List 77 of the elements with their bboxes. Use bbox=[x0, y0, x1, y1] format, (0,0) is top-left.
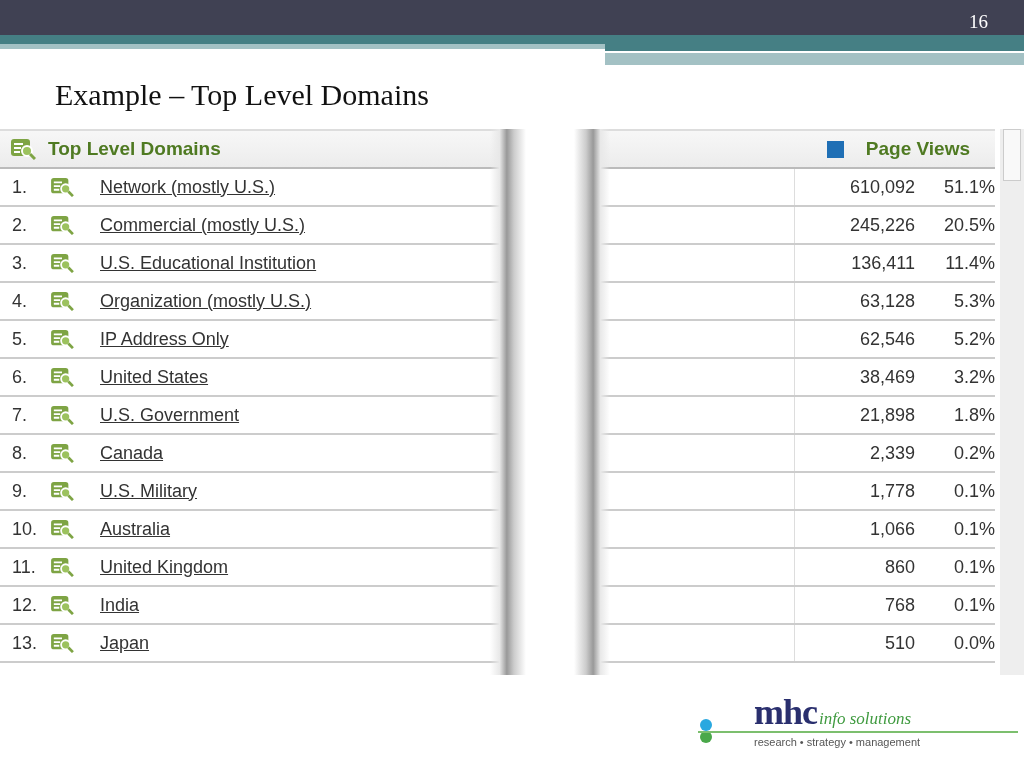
domain-link[interactable]: Network (mostly U.S.) bbox=[100, 176, 276, 198]
drilldown-icon[interactable] bbox=[50, 253, 74, 273]
page-views-count: 38,469 bbox=[858, 366, 915, 388]
domain-link[interactable]: U.S. Government bbox=[100, 404, 240, 426]
page-views-percent: 3.2% bbox=[952, 366, 995, 388]
page-views-percent: 20.5% bbox=[942, 214, 995, 236]
page-views-count: 63,128 bbox=[858, 290, 915, 312]
domain-link[interactable]: Canada bbox=[100, 442, 164, 464]
dots-icon bbox=[698, 718, 714, 744]
column-header: Page Views bbox=[865, 138, 970, 160]
rank-number: 5. bbox=[11, 328, 28, 350]
rank-number: 7. bbox=[11, 404, 28, 426]
drilldown-icon[interactable] bbox=[50, 367, 74, 387]
page-views-percent: 0.0% bbox=[952, 632, 995, 654]
page-views-count: 62,546 bbox=[858, 328, 915, 350]
domain-link[interactable]: India bbox=[100, 594, 140, 616]
drilldown-icon[interactable] bbox=[50, 329, 74, 349]
domain-link[interactable]: United Kingdom bbox=[100, 556, 229, 578]
page-views-percent: 51.1% bbox=[942, 176, 995, 198]
page-views-percent: 5.3% bbox=[952, 290, 995, 312]
domain-link[interactable]: IP Address Only bbox=[100, 328, 229, 350]
rank-number: 2. bbox=[11, 214, 28, 236]
domain-link[interactable]: United States bbox=[100, 366, 209, 388]
page-views-percent: 0.1% bbox=[952, 556, 995, 578]
slide-title: Example – Top Level Domains bbox=[55, 77, 430, 113]
page-views-count: 510 bbox=[883, 632, 915, 654]
domain-link[interactable]: Japan bbox=[100, 632, 150, 654]
domain-link[interactable]: Organization (mostly U.S.) bbox=[100, 290, 312, 312]
drilldown-icon[interactable] bbox=[50, 443, 74, 463]
page-views-count: 860 bbox=[883, 556, 915, 578]
drilldown-icon[interactable] bbox=[50, 291, 74, 311]
drilldown-icon[interactable] bbox=[50, 215, 74, 235]
legend-square-icon bbox=[826, 140, 844, 158]
rank-number: 13. bbox=[11, 632, 38, 654]
rank-number: 9. bbox=[11, 480, 28, 502]
rank-number: 8. bbox=[11, 442, 28, 464]
slide-number: 16 bbox=[969, 10, 988, 33]
scrollbar[interactable] bbox=[1000, 129, 1024, 675]
domain-link[interactable]: Commercial (mostly U.S.) bbox=[100, 214, 305, 236]
rank-number: 6. bbox=[11, 366, 28, 388]
drilldown-icon[interactable] bbox=[50, 405, 74, 425]
page-views-count: 21,898 bbox=[858, 404, 915, 426]
scrollbar-thumb[interactable] bbox=[1003, 129, 1021, 181]
page-views-count: 1,778 bbox=[868, 480, 915, 502]
page-views-percent: 0.1% bbox=[952, 480, 995, 502]
rank-number: 12. bbox=[11, 594, 38, 616]
page-views-count: 610,092 bbox=[848, 176, 915, 198]
page-views-percent: 1.8% bbox=[952, 404, 995, 426]
drilldown-icon[interactable] bbox=[50, 633, 74, 653]
page-views-percent: 0.1% bbox=[952, 518, 995, 540]
page-views-count: 136,411 bbox=[850, 252, 915, 274]
drilldown-icon[interactable] bbox=[50, 519, 74, 539]
drilldown-icon[interactable] bbox=[50, 177, 74, 197]
rank-number: 4. bbox=[11, 290, 28, 312]
domain-link[interactable]: Australia bbox=[100, 518, 171, 540]
rank-number: 10. bbox=[11, 518, 38, 540]
rank-number: 11. bbox=[11, 556, 37, 578]
domain-link[interactable]: U.S. Military bbox=[100, 480, 197, 502]
rank-number: 1. bbox=[11, 176, 28, 198]
logo-brand: mhc bbox=[754, 694, 817, 730]
page-views-percent: 0.2% bbox=[952, 442, 995, 464]
drilldown-icon[interactable] bbox=[50, 595, 74, 615]
page-views-count: 2,339 bbox=[868, 442, 915, 464]
page-views-count: 768 bbox=[883, 594, 915, 616]
logo-motto: research • strategy • management bbox=[754, 736, 922, 748]
page-views-percent: 11.4% bbox=[944, 252, 995, 274]
drilldown-icon[interactable] bbox=[50, 481, 74, 501]
rank-number: 3. bbox=[11, 252, 28, 274]
drilldown-icon[interactable] bbox=[50, 557, 74, 577]
report-icon bbox=[10, 138, 36, 160]
report-title: Top Level Domains bbox=[48, 138, 221, 160]
domain-link[interactable]: U.S. Educational Institution bbox=[100, 252, 317, 274]
page-views-count: 1,066 bbox=[868, 518, 915, 540]
page-views-percent: 5.2% bbox=[952, 328, 995, 350]
logo-tagline: info solutions bbox=[819, 709, 912, 729]
page-views-percent: 0.1% bbox=[952, 594, 995, 616]
page-views-count: 245,226 bbox=[848, 214, 915, 236]
